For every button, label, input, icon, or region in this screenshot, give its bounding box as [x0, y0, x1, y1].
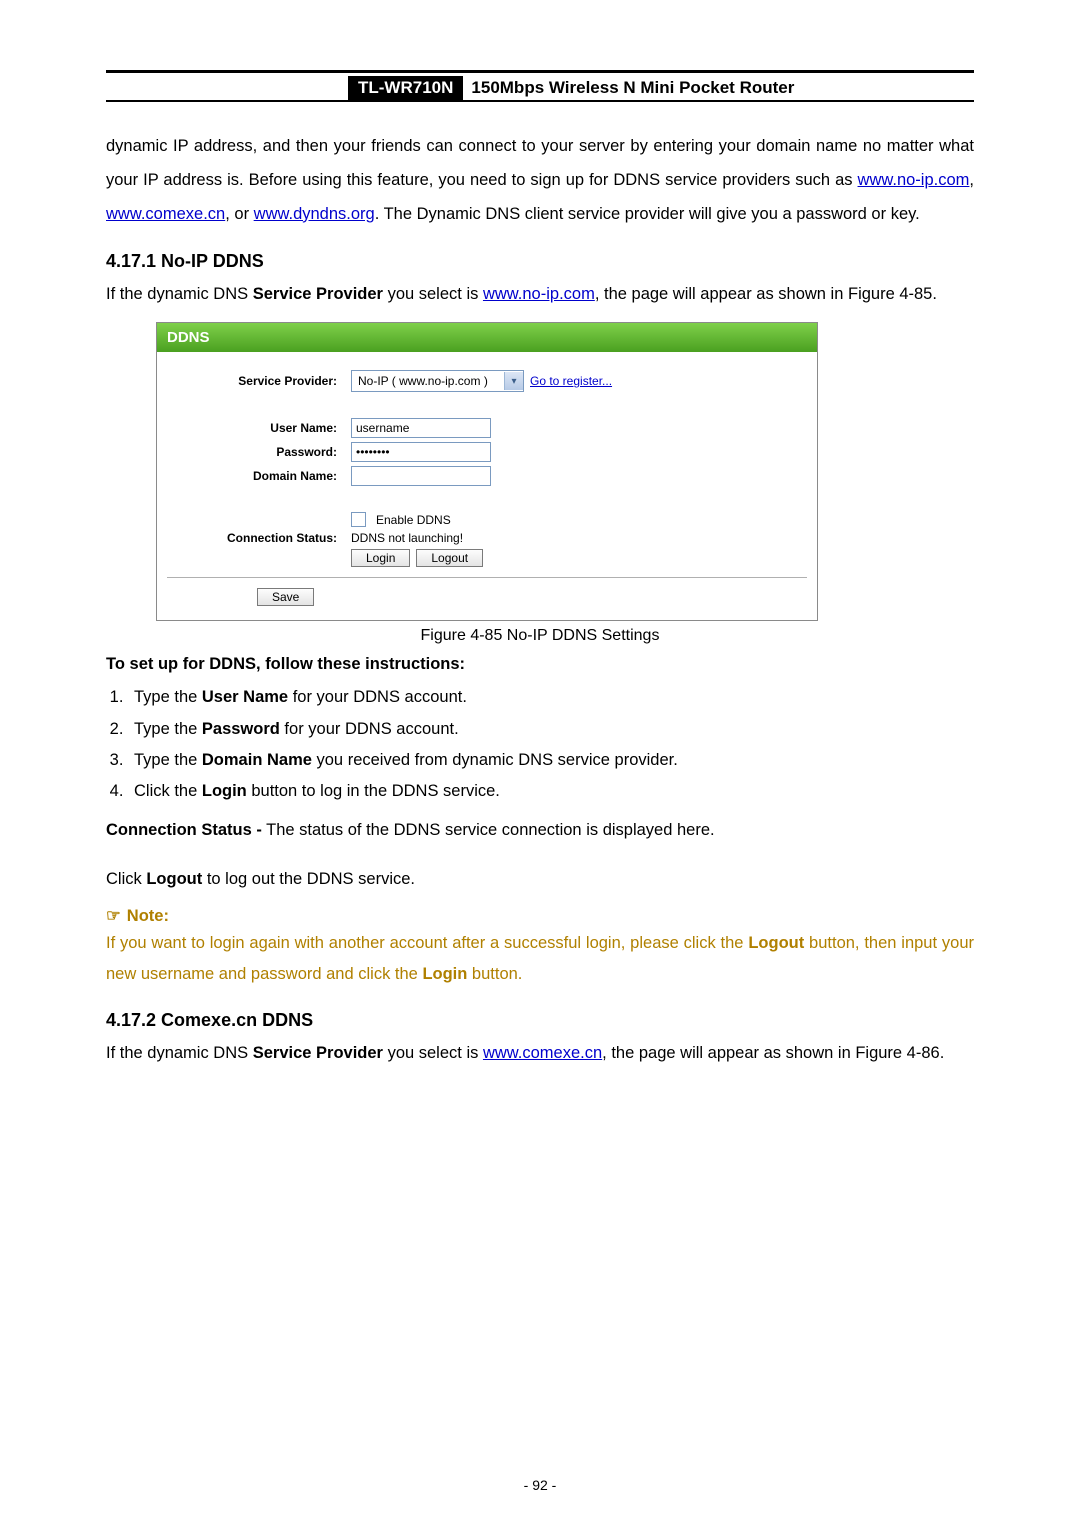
- note-heading: ☞Note:: [106, 906, 974, 926]
- enable-ddns-label: Enable DDNS: [376, 513, 451, 527]
- list-item: Type the User Name for your DDNS account…: [128, 682, 974, 713]
- label-service-provider: Service Provider:: [167, 374, 351, 388]
- intro-paragraph: dynamic IP address, and then your friend…: [106, 130, 974, 231]
- divider: [167, 577, 807, 578]
- figure-caption: Figure 4-85 No-IP DDNS Settings: [106, 627, 974, 645]
- logout-button[interactable]: Logout: [416, 549, 483, 567]
- list-item: Click the Login button to log in the DDN…: [128, 776, 974, 807]
- link-dyndns[interactable]: www.dyndns.org: [254, 205, 375, 223]
- instructions-heading: To set up for DDNS, follow these instruc…: [106, 655, 974, 674]
- page-number: - 92 -: [0, 1477, 1080, 1493]
- pointing-hand-icon: ☞: [106, 907, 121, 925]
- select-value: No-IP ( www.no-ip.com ): [352, 373, 504, 389]
- note-body: If you want to login again with another …: [106, 928, 974, 991]
- figure-ddns-settings: DDNS Service Provider: No-IP ( www.no-ip…: [156, 322, 818, 621]
- connection-status-para: Connection Status - The status of the DD…: [106, 814, 974, 847]
- label-domain-name: Domain Name:: [167, 469, 351, 483]
- page-header: TL-WR710N 150Mbps Wireless N Mini Pocket…: [106, 76, 974, 102]
- label-connection-status: Connection Status:: [167, 531, 351, 545]
- link-comexe-2[interactable]: www.comexe.cn: [483, 1044, 602, 1062]
- link-no-ip-2[interactable]: www.no-ip.com: [483, 285, 595, 303]
- service-provider-select[interactable]: No-IP ( www.no-ip.com ) ▾: [351, 370, 524, 392]
- figure-title: DDNS: [157, 323, 817, 352]
- instructions-list: Type the User Name for your DDNS account…: [128, 682, 974, 807]
- intro-text: dynamic IP address, and then your friend…: [106, 137, 974, 189]
- section-heading-comexe: 4.17.2 Comexe.cn DDNS: [106, 1010, 974, 1031]
- connection-status-text: DDNS not launching!: [351, 531, 463, 545]
- model-number: TL-WR710N: [348, 76, 463, 100]
- section1-intro: If the dynamic DNS Service Provider you …: [106, 278, 974, 312]
- user-name-input[interactable]: [351, 418, 491, 438]
- section-heading-noip: 4.17.1 No-IP DDNS: [106, 251, 974, 272]
- save-button[interactable]: Save: [257, 588, 314, 606]
- link-comexe[interactable]: www.comexe.cn: [106, 205, 225, 223]
- domain-name-input[interactable]: [351, 466, 491, 486]
- list-item: Type the Domain Name you received from d…: [128, 745, 974, 776]
- login-button[interactable]: Login: [351, 549, 410, 567]
- link-no-ip[interactable]: www.no-ip.com: [858, 171, 970, 189]
- section2-intro: If the dynamic DNS Service Provider you …: [106, 1037, 974, 1071]
- label-user-name: User Name:: [167, 421, 351, 435]
- model-description: 150Mbps Wireless N Mini Pocket Router: [463, 76, 802, 100]
- logout-para: Click Logout to log out the DDNS service…: [106, 863, 974, 896]
- list-item: Type the Password for your DDNS account.: [128, 714, 974, 745]
- label-password: Password:: [167, 445, 351, 459]
- chevron-down-icon: ▾: [504, 372, 523, 390]
- go-to-register-link[interactable]: Go to register...: [530, 374, 612, 388]
- password-input[interactable]: [351, 442, 491, 462]
- enable-ddns-checkbox[interactable]: [351, 512, 366, 527]
